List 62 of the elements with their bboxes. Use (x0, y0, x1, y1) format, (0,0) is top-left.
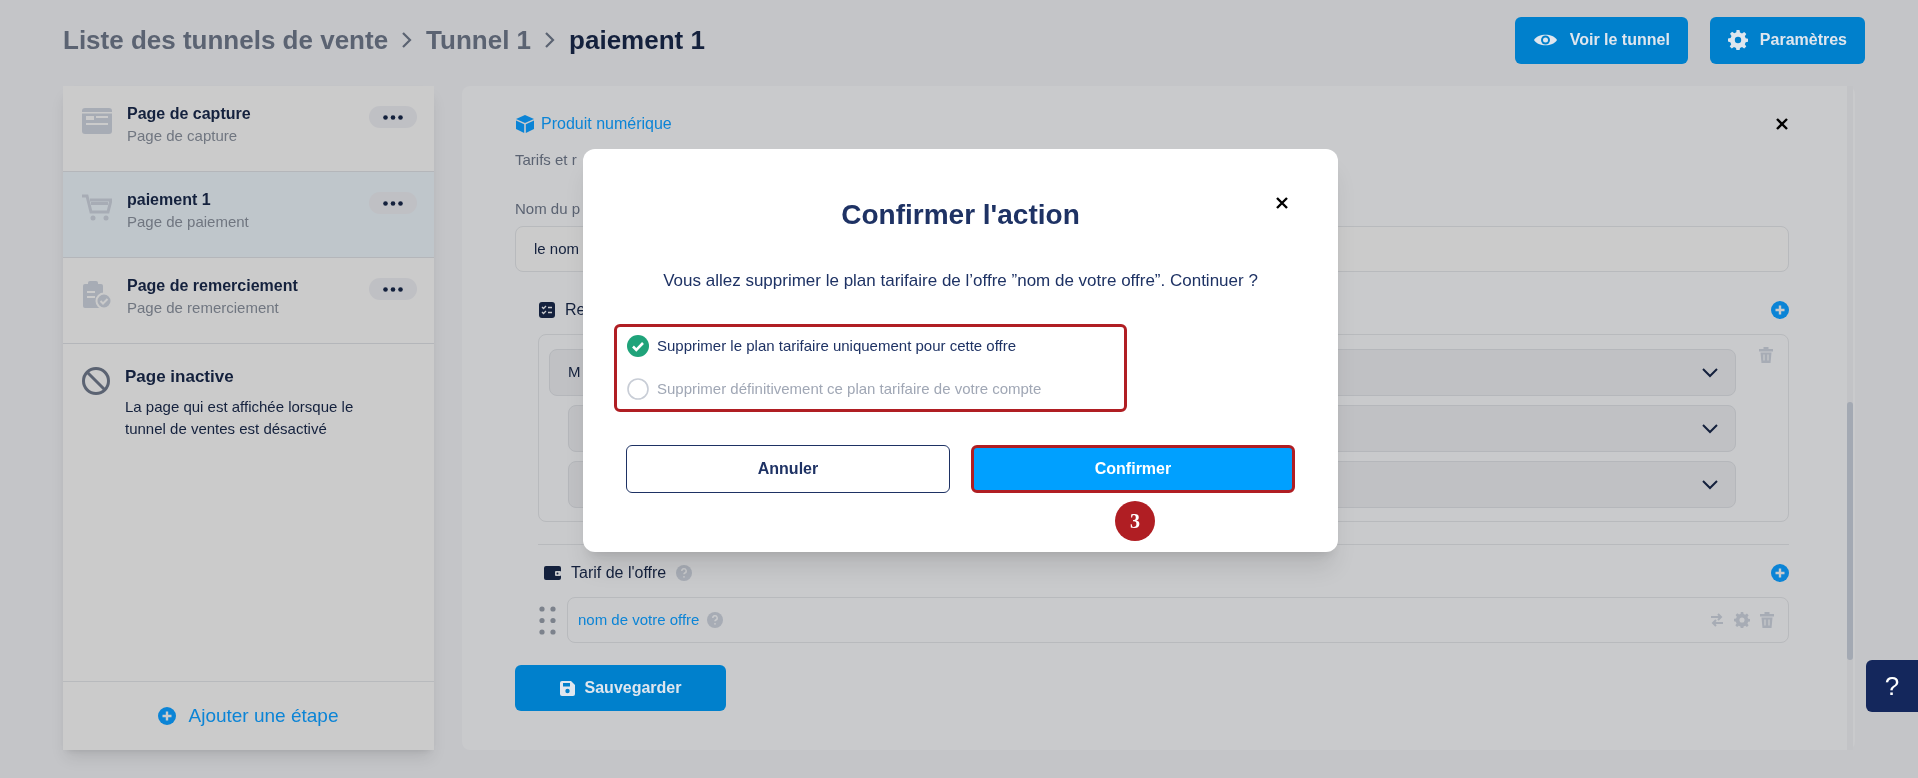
cart-icon (82, 194, 112, 222)
more-button[interactable] (369, 192, 417, 214)
settings-button[interactable]: Paramètres (1709, 16, 1865, 64)
item-subtitle: Page de capture (127, 128, 239, 143)
more-icon (383, 114, 403, 120)
wallet-icon (544, 566, 561, 580)
drag-handle-icon (539, 605, 556, 635)
more-icon (383, 286, 403, 292)
offer-link[interactable]: nom de votre offre (578, 608, 700, 632)
breadcrumb-current: paiement 1 (569, 23, 705, 57)
plus-circle-icon (1771, 301, 1789, 319)
eye-icon (1532, 32, 1558, 48)
sidebar-item[interactable]: Page de remerciement Page de remerciement (63, 258, 434, 344)
sidebar-item[interactable]: paiement 1 Page de paiement (63, 172, 434, 258)
add-step-button[interactable]: Ajouter une étape (158, 701, 339, 731)
item-title: paiement 1 (127, 192, 212, 208)
trash-icon (1760, 612, 1774, 628)
page-layout-icon (82, 108, 112, 134)
more-button[interactable] (369, 278, 417, 300)
gear-icon (1734, 612, 1750, 628)
field-label: Nom du p (515, 198, 581, 219)
swap-icon (1710, 613, 1724, 627)
box-icon (515, 114, 535, 134)
save-button[interactable]: Sauvegarder (515, 665, 726, 711)
chevron-down-icon (1701, 422, 1719, 435)
view-button[interactable]: Voir le tunnel (1514, 16, 1688, 64)
section-title: Tarif de l'offre (571, 563, 667, 583)
item-description: La page qui est affichée lorsque le tunnel de ventes est désactivé (125, 396, 355, 439)
clipboard-check-icon (82, 280, 112, 310)
confirm-button[interactable]: Confirmer (971, 444, 1295, 493)
close-icon[interactable] (1275, 196, 1289, 210)
cancel-button[interactable]: Annuler (626, 444, 950, 493)
checklist-icon (539, 302, 555, 318)
help-icon (676, 565, 693, 581)
plus-circle-icon (158, 707, 177, 725)
floppy-icon (559, 680, 575, 696)
item-title: Page de remerciement (127, 278, 299, 294)
chevron-down-icon (1701, 478, 1719, 491)
radio-option[interactable]: Supprimer définitivement ce plan tarifaire de votre compte (627, 377, 1124, 400)
close-icon (1775, 117, 1789, 131)
help-button[interactable]: ? (1866, 660, 1918, 712)
help-icon (707, 612, 724, 628)
subtitle-text: Tarifs et r (515, 150, 577, 170)
more-icon (383, 200, 403, 206)
step-badge: 3 (1115, 500, 1155, 541)
sidebar-item[interactable]: Page de capture Page de capture (63, 86, 434, 172)
item-subtitle: Page de remerciement (127, 300, 280, 315)
trash-icon (1759, 347, 1773, 363)
chevron-down-icon (1701, 366, 1719, 379)
item-subtitle: Page de paiement (127, 214, 250, 229)
dialog-title: Confirmer l'action (841, 198, 1080, 232)
more-button[interactable] (369, 106, 417, 128)
gear-icon (1727, 30, 1748, 50)
radio-option[interactable]: Supprimer le plan tarifaire uniquement pour cette offre (627, 335, 1124, 358)
breadcrumb-link[interactable]: Tunnel 1 (426, 20, 532, 60)
item-title: Page de capture (127, 106, 252, 122)
breadcrumb-link[interactable]: Liste des tunnels de vente (63, 20, 389, 60)
item-title: Page inactive (125, 366, 235, 388)
dialog-message: Vous allez supprimer le plan tarifaire de l’offre ”nom de votre offre”. Continuer ? (663, 270, 1258, 292)
product-link[interactable]: Produit numérique (515, 112, 672, 136)
prohibited-icon (81, 366, 111, 396)
plus-circle-icon (1771, 564, 1789, 582)
